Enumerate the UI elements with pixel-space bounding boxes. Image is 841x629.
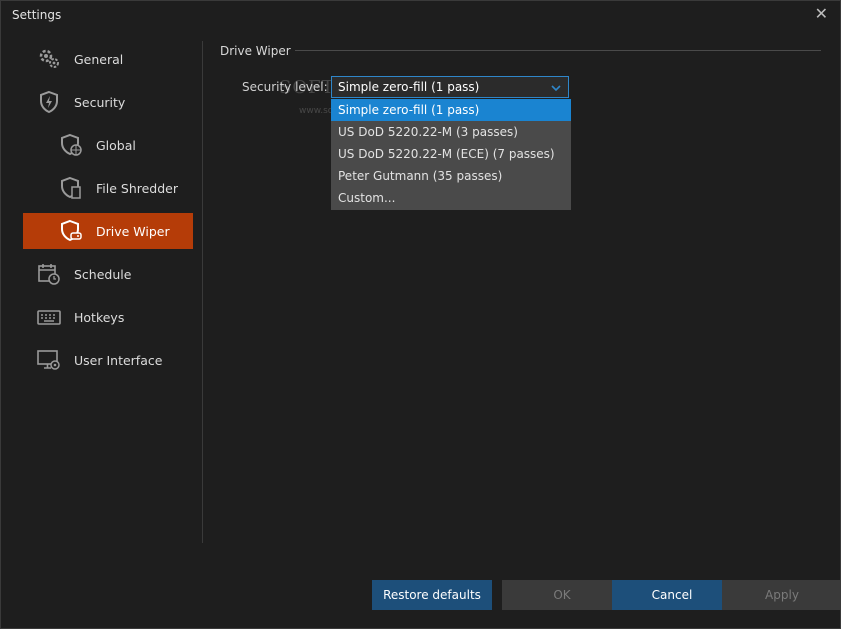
monitor-icon bbox=[37, 348, 61, 372]
close-icon[interactable]: ✕ bbox=[815, 4, 828, 23]
shield-drive-icon bbox=[59, 219, 83, 243]
dropdown-option[interactable]: US DoD 5220.22-M (ECE) (7 passes) bbox=[331, 143, 571, 165]
sidebar-item-label: Drive Wiper bbox=[96, 223, 170, 239]
chevron-down-icon bbox=[551, 78, 561, 99]
dropdown-option[interactable]: US DoD 5220.22-M (3 passes) bbox=[331, 121, 571, 143]
gears-icon bbox=[37, 47, 61, 71]
ok-button[interactable]: OK bbox=[502, 580, 622, 610]
security-level-label: Security level: bbox=[242, 80, 328, 94]
sidebar-item-hotkeys[interactable]: Hotkeys bbox=[23, 299, 193, 335]
dropdown-option[interactable]: Simple zero-fill (1 pass) bbox=[331, 99, 571, 121]
restore-defaults-button[interactable]: Restore defaults bbox=[372, 580, 492, 610]
shield-globe-icon bbox=[59, 133, 83, 157]
apply-button[interactable]: Apply bbox=[722, 580, 841, 610]
sidebar-item-label: File Shredder bbox=[96, 180, 179, 196]
sidebar-item-general[interactable]: General bbox=[23, 41, 193, 77]
security-level-dropdown: Simple zero-fill (1 pass) US DoD 5220.22… bbox=[331, 99, 571, 210]
keyboard-icon bbox=[37, 305, 61, 329]
group-divider bbox=[295, 50, 821, 51]
group-title: Drive Wiper bbox=[220, 44, 291, 58]
security-level-select[interactable]: Simple zero-fill (1 pass) bbox=[331, 76, 569, 98]
sidebar-item-label: Hotkeys bbox=[74, 309, 125, 325]
shield-icon bbox=[37, 90, 61, 114]
sidebar-item-schedule[interactable]: Schedule bbox=[23, 256, 193, 292]
sidebar-item-file-shredder[interactable]: File Shredder bbox=[23, 170, 193, 206]
sidebar-divider bbox=[202, 41, 203, 543]
sidebar-item-label: Schedule bbox=[74, 266, 132, 282]
sidebar-item-label: Security bbox=[74, 94, 126, 110]
shield-file-icon bbox=[59, 176, 83, 200]
sidebar-item-label: User Interface bbox=[74, 352, 163, 368]
sidebar-item-security[interactable]: Security bbox=[23, 84, 193, 120]
dropdown-option[interactable]: Peter Gutmann (35 passes) bbox=[331, 165, 571, 187]
dropdown-option[interactable]: Custom... bbox=[331, 187, 571, 209]
sidebar-item-user-interface[interactable]: User Interface bbox=[23, 342, 193, 378]
cancel-button[interactable]: Cancel bbox=[612, 580, 732, 610]
settings-window: Settings ✕ General Security Global File … bbox=[0, 0, 841, 629]
sidebar-item-drive-wiper[interactable]: Drive Wiper bbox=[23, 213, 193, 249]
sidebar-item-label: General bbox=[74, 51, 124, 67]
sidebar: General Security Global File Shredder Dr… bbox=[23, 41, 193, 385]
window-title: Settings bbox=[12, 8, 62, 22]
security-level-value: Simple zero-fill (1 pass) bbox=[338, 80, 480, 94]
calendar-clock-icon bbox=[37, 262, 61, 286]
sidebar-item-label: Global bbox=[96, 137, 136, 153]
sidebar-item-global[interactable]: Global bbox=[23, 127, 193, 163]
